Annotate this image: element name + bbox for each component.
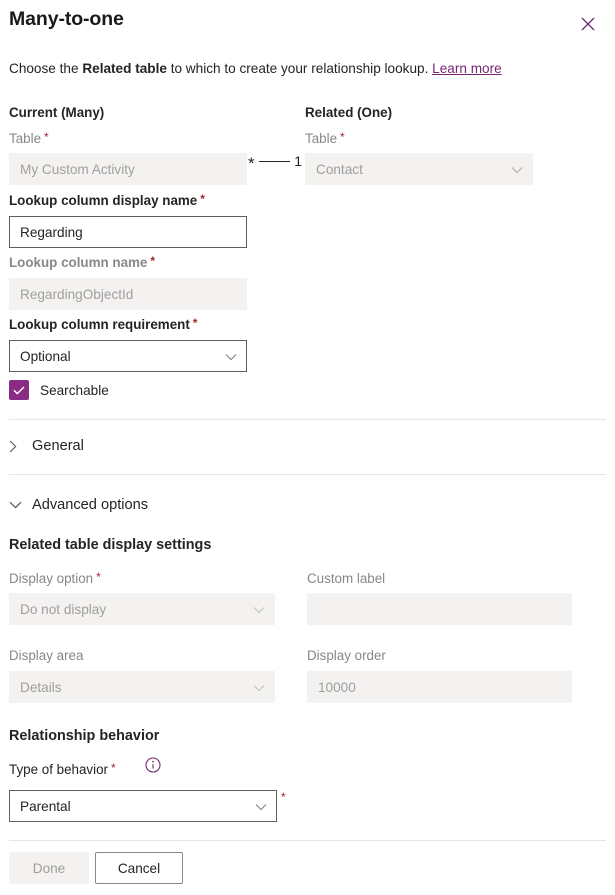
footer-divider (9, 840, 606, 841)
type-of-behavior-label: Type of behavior* (9, 762, 116, 777)
related-table-label: Table* (305, 131, 345, 146)
searchable-checkbox[interactable] (9, 380, 29, 400)
section-divider (9, 474, 606, 475)
type-of-behavior-dropdown[interactable]: Parental (9, 790, 277, 822)
current-table-field: My Custom Activity (9, 153, 247, 185)
type-of-behavior-label-text: Type of behavior (9, 762, 108, 777)
section-divider (9, 419, 606, 420)
chevron-right-icon (9, 440, 27, 453)
display-order-input: 10000 (307, 671, 572, 703)
display-option-value: Do not display (20, 602, 106, 617)
display-option-dropdown: Do not display (9, 593, 275, 625)
lookup-column-name-value: RegardingObjectId (20, 287, 133, 302)
lookup-column-name-field: RegardingObjectId (9, 278, 247, 310)
accordion-general-label: General (32, 438, 84, 454)
chevron-down-icon (511, 154, 523, 186)
required-asterisk: * (44, 130, 49, 144)
many-to-one-dialog: Many-to-one Choose the Related table to … (0, 0, 615, 895)
required-asterisk: * (150, 254, 155, 268)
page-title: Many-to-one (9, 8, 124, 31)
chevron-down-icon (255, 791, 267, 823)
chevron-down-icon (225, 341, 237, 373)
lookup-requirement-dropdown[interactable]: Optional (9, 340, 247, 372)
display-order-label: Display order (307, 648, 386, 663)
display-area-dropdown: Details (9, 671, 275, 703)
related-table-value: Contact (316, 162, 363, 177)
searchable-label: Searchable (40, 383, 109, 398)
related-one-heading: Related (One) (305, 105, 392, 120)
chevron-down-icon (253, 672, 265, 704)
required-asterisk: * (340, 130, 345, 144)
learn-more-link[interactable]: Learn more (432, 61, 502, 76)
description-middle: to which to create your relationship loo… (167, 61, 432, 76)
display-order-value: 10000 (318, 680, 356, 695)
lookup-column-name-label: Lookup column name* (9, 255, 155, 270)
searchable-checkbox-row[interactable]: Searchable (9, 380, 109, 400)
accordion-advanced-options-label: Advanced options (32, 497, 148, 513)
current-table-value: My Custom Activity (20, 162, 135, 177)
lookup-display-name-label: Lookup column display name* (9, 193, 205, 208)
dialog-header: Many-to-one (0, 0, 615, 48)
display-option-label-text: Display option (9, 571, 93, 586)
info-icon[interactable] (145, 757, 161, 773)
many-symbol: * (248, 150, 255, 172)
accordion-advanced-options[interactable]: Advanced options (9, 494, 148, 516)
lookup-display-name-value: Regarding (20, 225, 83, 240)
type-of-behavior-value: Parental (20, 799, 71, 814)
one-symbol: 1 (294, 154, 302, 168)
display-option-label: Display option* (9, 571, 101, 586)
current-table-label: Table* (9, 131, 49, 146)
lookup-display-name-label-text: Lookup column display name (9, 193, 197, 208)
cancel-button[interactable]: Cancel (95, 852, 183, 884)
lookup-requirement-label: Lookup column requirement* (9, 317, 197, 332)
current-table-label-text: Table (9, 131, 41, 146)
required-asterisk: * (111, 761, 116, 775)
required-asterisk: * (96, 570, 101, 584)
accordion-general[interactable]: General (9, 435, 84, 457)
notation-line (259, 161, 291, 162)
required-asterisk: * (200, 192, 205, 206)
related-table-label-text: Table (305, 131, 337, 146)
required-asterisk: * (193, 316, 198, 330)
custom-label-label: Custom label (307, 571, 385, 586)
chevron-down-icon (9, 501, 27, 509)
description-emphasis: Related table (82, 61, 167, 76)
relationship-behavior-heading: Relationship behavior (9, 728, 159, 744)
lookup-column-name-label-text: Lookup column name (9, 255, 147, 270)
related-display-settings-heading: Related table display settings (9, 537, 211, 553)
lookup-display-name-input[interactable]: Regarding (9, 216, 247, 248)
lookup-requirement-value: Optional (20, 349, 71, 364)
related-table-dropdown[interactable]: Contact (305, 153, 533, 185)
lookup-requirement-label-text: Lookup column requirement (9, 317, 190, 332)
display-area-value: Details (20, 680, 62, 695)
description-prefix: Choose the (9, 61, 82, 76)
current-many-heading: Current (Many) (9, 105, 104, 120)
close-icon[interactable] (575, 11, 601, 37)
display-area-label: Display area (9, 648, 83, 663)
custom-label-input (307, 593, 572, 625)
required-asterisk: * (281, 790, 286, 804)
relationship-notation: * 1 (248, 150, 302, 172)
done-button[interactable]: Done (9, 852, 89, 884)
chevron-down-icon (253, 594, 265, 626)
dialog-description: Choose the Related table to which to cre… (9, 59, 599, 78)
